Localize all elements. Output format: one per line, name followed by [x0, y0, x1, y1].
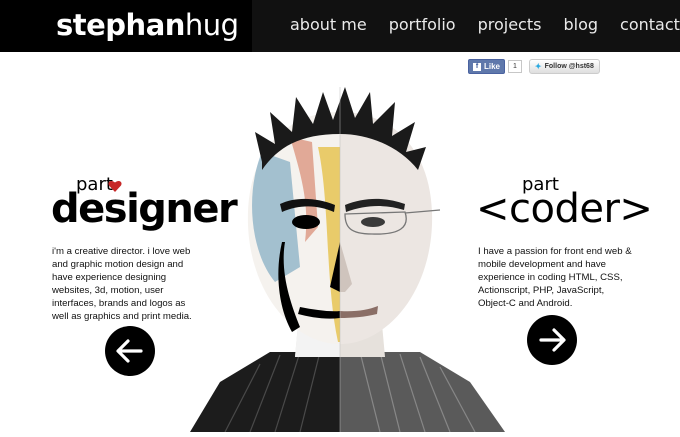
- twitter-icon: ✦: [534, 62, 542, 71]
- arrow-right-icon: [539, 328, 566, 352]
- logo-bold: stephan: [56, 8, 185, 42]
- hero-portrait: [0, 52, 680, 433]
- arrow-left-icon: [116, 339, 143, 363]
- facebook-like[interactable]: f Like 1: [468, 59, 522, 74]
- designer-title: designer: [51, 186, 238, 232]
- nav-projects[interactable]: projects: [478, 15, 542, 34]
- twitter-follow-button[interactable]: ✦ Follow @hst68: [528, 59, 600, 74]
- coder-title: <coder>: [476, 186, 653, 232]
- nav-portfolio[interactable]: portfolio: [389, 15, 456, 34]
- logo-area[interactable]: stephanhug: [0, 0, 252, 52]
- nav-blog[interactable]: blog: [563, 15, 598, 34]
- nav-contact-me[interactable]: contact me: [620, 15, 680, 34]
- facebook-icon: f: [473, 62, 481, 71]
- designer-description: i'm a creative director. i love web and …: [52, 246, 192, 322]
- main-nav: about me portfolio projects blog contact…: [290, 15, 680, 34]
- logo-light: hug: [184, 8, 239, 42]
- social-buttons: f Like 1 ✦ Follow @hst68: [468, 59, 600, 74]
- site-logo[interactable]: stephanhug: [56, 8, 239, 42]
- face-right: [340, 112, 433, 344]
- nav-about-me[interactable]: about me: [290, 15, 367, 34]
- twitter-follow-label: Follow @hst68: [544, 63, 594, 70]
- coder-description: I have a passion for front end web & mob…: [478, 246, 632, 309]
- coder-arrow-button[interactable]: [527, 315, 577, 365]
- eye-right: [361, 217, 385, 227]
- facebook-like-count: 1: [508, 60, 522, 73]
- eye-left: [292, 215, 320, 229]
- facebook-like-button[interactable]: f Like: [468, 59, 506, 74]
- portrait-illustration: [190, 87, 505, 433]
- top-nav-bar: stephanhug about me portfolio projects b…: [0, 0, 680, 52]
- designer-arrow-button[interactable]: [105, 326, 155, 376]
- facebook-like-label: Like: [484, 62, 501, 71]
